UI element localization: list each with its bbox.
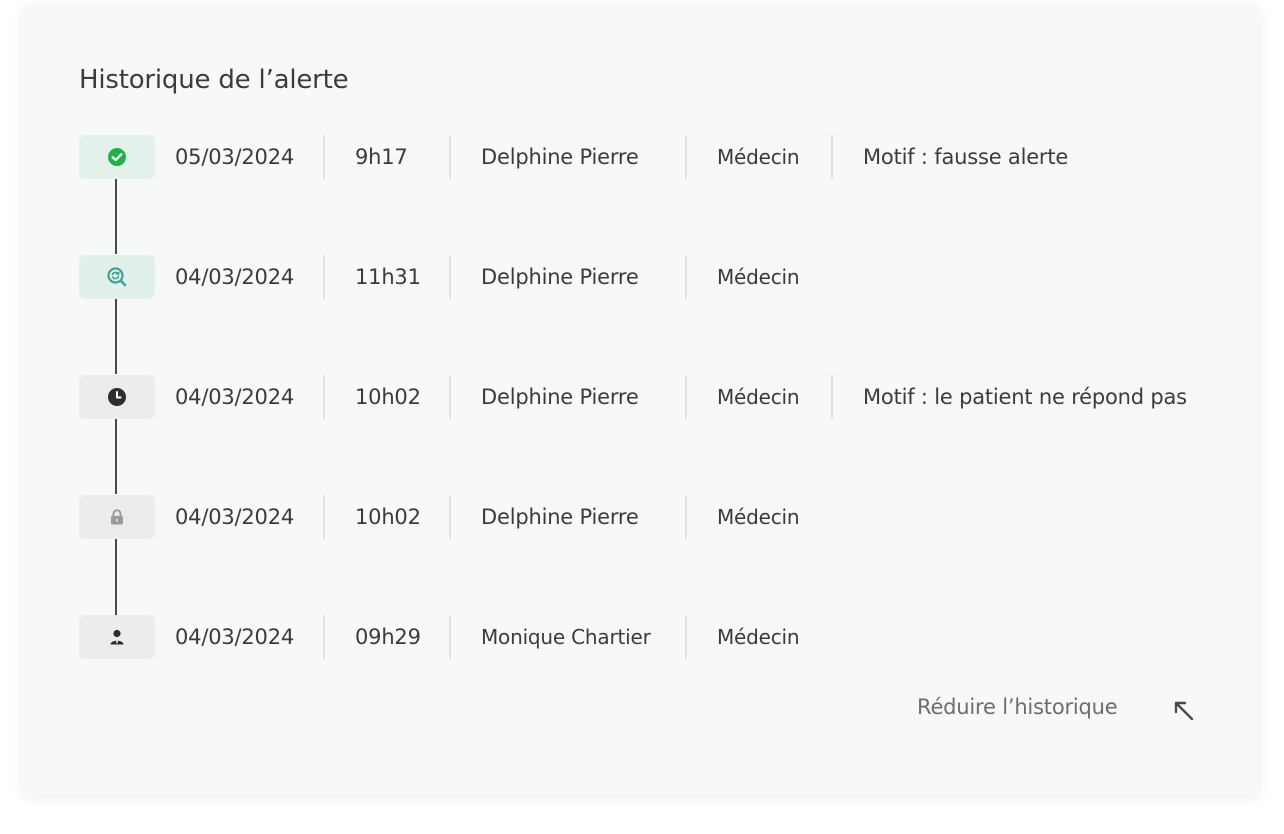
lock-icon bbox=[111, 509, 123, 525]
check-circle-icon bbox=[108, 148, 126, 166]
history-row: 04/03/2024 10h02 Delphine Pierre Médecin bbox=[79, 495, 1259, 539]
timeline-connector bbox=[115, 178, 117, 254]
history-time: 11h31 bbox=[355, 265, 421, 289]
column-divider bbox=[831, 375, 833, 419]
column-divider bbox=[323, 375, 325, 419]
column-divider bbox=[449, 615, 451, 659]
history-user-role: Médecin bbox=[717, 505, 800, 529]
column-divider bbox=[831, 135, 833, 179]
history-user-role: Médecin bbox=[717, 145, 800, 169]
history-user-role: Médecin bbox=[717, 625, 800, 649]
history-date: 04/03/2024 bbox=[175, 265, 295, 289]
column-divider bbox=[323, 615, 325, 659]
column-divider bbox=[449, 495, 451, 539]
history-user-name: Delphine Pierre bbox=[481, 385, 639, 409]
column-divider bbox=[685, 375, 687, 419]
column-divider bbox=[685, 255, 687, 299]
column-divider bbox=[449, 135, 451, 179]
column-divider bbox=[449, 255, 451, 299]
history-row: 04/03/2024 09h29 Monique Chartier Médeci… bbox=[79, 615, 1259, 659]
history-user-name: Delphine Pierre bbox=[481, 265, 639, 289]
status-badge bbox=[79, 135, 155, 179]
alert-history-card: Historique de l’alerte 05/03/2024 9h17 D… bbox=[22, 3, 1260, 795]
history-time: 9h17 bbox=[355, 145, 408, 169]
user-icon bbox=[110, 629, 124, 645]
column-divider bbox=[323, 495, 325, 539]
column-divider bbox=[323, 255, 325, 299]
history-user-name: Delphine Pierre bbox=[481, 505, 639, 529]
status-badge bbox=[79, 495, 155, 539]
history-date: 04/03/2024 bbox=[175, 385, 295, 409]
history-row: 04/03/2024 10h02 Delphine Pierre Médecin… bbox=[79, 375, 1259, 419]
timeline-connector bbox=[115, 298, 117, 374]
column-divider bbox=[685, 615, 687, 659]
history-user-role: Médecin bbox=[717, 265, 800, 289]
history-motif: Motif : le patient ne répond pas bbox=[863, 385, 1187, 409]
history-date: 04/03/2024 bbox=[175, 505, 295, 529]
history-time: 09h29 bbox=[355, 625, 421, 649]
history-time: 10h02 bbox=[355, 385, 421, 409]
history-row: 05/03/2024 9h17 Delphine Pierre Médecin … bbox=[79, 135, 1259, 179]
history-user-name: Monique Chartier bbox=[481, 625, 651, 649]
history-user-name: Delphine Pierre bbox=[481, 145, 639, 169]
column-divider bbox=[449, 375, 451, 419]
history-user-role: Médecin bbox=[717, 385, 800, 409]
timeline-connector bbox=[115, 418, 117, 494]
status-badge bbox=[79, 615, 155, 659]
column-divider bbox=[685, 135, 687, 179]
status-badge bbox=[79, 375, 155, 419]
column-divider bbox=[323, 135, 325, 179]
collapse-history-link[interactable]: Réduire l’historique bbox=[917, 695, 1118, 719]
status-badge bbox=[79, 255, 155, 299]
history-date: 04/03/2024 bbox=[175, 625, 295, 649]
clock-icon bbox=[108, 388, 126, 406]
column-divider bbox=[685, 495, 687, 539]
history-time: 10h02 bbox=[355, 505, 421, 529]
history-motif: Motif : fausse alerte bbox=[863, 145, 1069, 169]
history-row: 04/03/2024 11h31 Delphine Pierre Médecin bbox=[79, 255, 1259, 299]
search-refresh-icon bbox=[107, 267, 127, 287]
panel-title: Historique de l’alerte bbox=[79, 65, 349, 95]
history-date: 05/03/2024 bbox=[175, 145, 295, 169]
arrow-up-left-icon[interactable] bbox=[1172, 699, 1196, 723]
timeline-connector bbox=[115, 538, 117, 615]
